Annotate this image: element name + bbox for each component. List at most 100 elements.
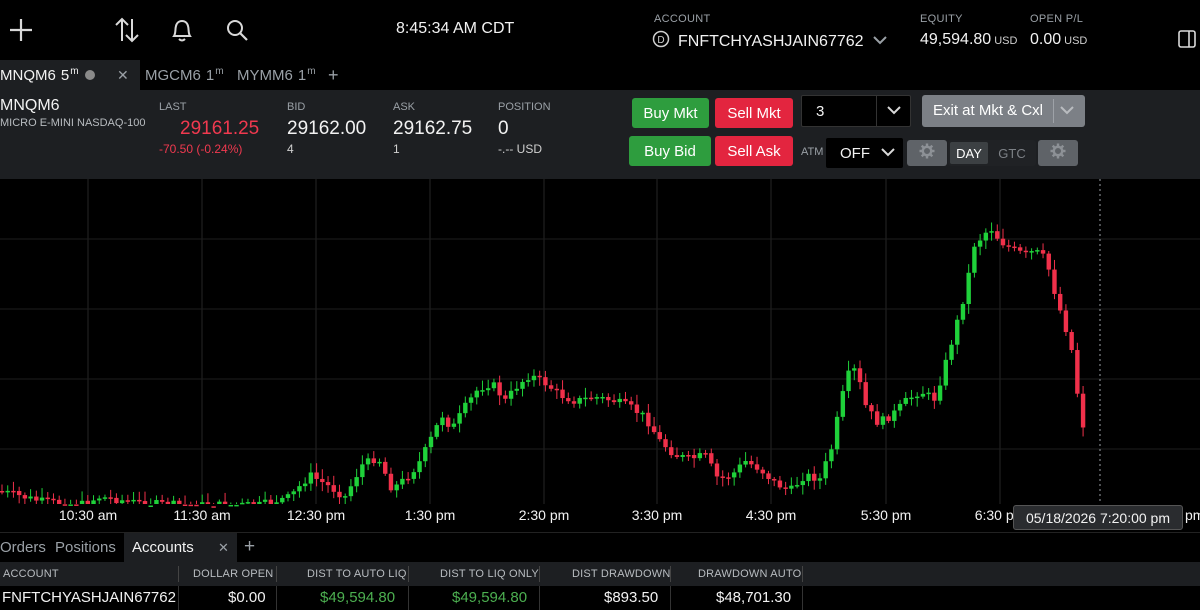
buy-bid-button[interactable]: Buy Bid xyxy=(629,136,711,166)
account-badge-icon: D xyxy=(652,30,670,53)
instrument-description: MICRO E-MINI NASDAQ-100 xyxy=(0,117,146,129)
sell-market-button[interactable]: Sell Mkt xyxy=(715,98,793,128)
tab-orders[interactable]: Orders xyxy=(0,539,46,556)
quantity-selector[interactable]: 3 xyxy=(801,95,911,127)
close-icon[interactable]: ✕ xyxy=(117,67,129,84)
candle-body xyxy=(154,500,159,504)
candle-body xyxy=(606,396,611,401)
candle-body xyxy=(1080,393,1086,428)
account-selector[interactable]: D FNFTCHYASHJAIN67762 xyxy=(652,30,888,53)
add-tab-icon[interactable]: + xyxy=(244,536,255,558)
candle-body xyxy=(1075,350,1080,394)
tif-gtc-button[interactable]: GTC xyxy=(992,142,1032,164)
candle-body xyxy=(268,499,274,504)
candle-body xyxy=(588,397,594,400)
candle-body xyxy=(834,416,840,450)
chevron-down-icon[interactable] xyxy=(1059,103,1075,122)
table-row[interactable]: FNFTCHYASHJAIN67762 $0.00 $49,594.80 $49… xyxy=(0,586,1200,610)
candle-body xyxy=(360,464,365,478)
tif-day-button[interactable]: DAY xyxy=(950,142,988,164)
price-chart[interactable]: 10:30 am 11:30 am 12:30 pm 1:30 pm 2:30 pm 3:… xyxy=(0,179,1200,532)
candle-body xyxy=(754,464,760,470)
candle-body xyxy=(245,502,251,504)
time-tick-label: 11:30 am xyxy=(173,507,230,523)
sidebar-toggle-icon[interactable] xyxy=(1178,30,1196,53)
chart-tab-mymm6[interactable]: MYMM6 1m xyxy=(237,60,316,90)
order-settings-button[interactable] xyxy=(1038,140,1078,166)
chart-tab-mnqm6[interactable]: MNQM6 5m ✕ xyxy=(0,60,140,90)
candle-body xyxy=(400,478,405,485)
candle-body xyxy=(217,501,222,504)
candle-body xyxy=(983,232,989,241)
quantity-value: 3 xyxy=(816,103,825,120)
candle-body xyxy=(137,499,142,502)
candlestick-chart[interactable]: 10:30 am 11:30 am 12:30 pm 1:30 pm 2:30 pm 3:… xyxy=(0,179,1200,532)
candle-body xyxy=(680,455,685,457)
candle-body xyxy=(892,410,897,421)
candle-body xyxy=(840,391,846,417)
candle-body xyxy=(28,496,33,499)
close-icon[interactable]: ✕ xyxy=(218,540,229,556)
candle-body xyxy=(903,397,908,404)
candle-body xyxy=(800,481,805,486)
candle-body xyxy=(34,496,39,501)
candle-body xyxy=(371,458,376,464)
atm-value: OFF xyxy=(840,145,870,162)
transfer-arrows-icon[interactable] xyxy=(111,14,143,46)
status-dot-icon xyxy=(84,70,95,80)
candle-body xyxy=(142,501,148,504)
candle-body xyxy=(497,382,502,396)
cell-dollar-open: $0.00 xyxy=(228,589,266,606)
candle-body xyxy=(686,455,691,457)
top-toolbar: 8:45:34 AM CDT ACCOUNT D FNFTCHYASHJAIN6… xyxy=(0,0,1200,60)
column-header-dist-to-liq-only[interactable]: DIST TO LIQ ONLY xyxy=(440,568,539,580)
column-divider xyxy=(178,586,179,610)
candle-body xyxy=(697,453,703,459)
candle-body xyxy=(320,478,325,483)
sell-ask-button[interactable]: Sell Ask xyxy=(715,136,793,166)
add-tab-icon[interactable]: + xyxy=(328,60,339,90)
equity-amount: 49,594.80 xyxy=(920,31,992,48)
candle-body xyxy=(812,473,817,481)
candle-body xyxy=(989,231,994,233)
candle-body xyxy=(280,497,285,503)
atm-settings-button[interactable] xyxy=(907,140,947,166)
candle-body xyxy=(423,447,428,462)
candle-body xyxy=(291,491,296,495)
tab-accounts[interactable]: Accounts xyxy=(132,539,194,556)
chevron-down-icon[interactable] xyxy=(886,103,902,122)
cell-dist-to-liq-only: $49,594.80 xyxy=(452,589,528,606)
chart-tab-mgcm6[interactable]: MGCM6 1m xyxy=(145,60,224,90)
candle-body xyxy=(829,449,834,462)
column-header-dollar-open[interactable]: DOLLAR OPEN xyxy=(193,568,273,580)
column-header-drawdown-auto[interactable]: DRAWDOWN AUTO xyxy=(698,568,801,580)
time-tick-label: 3:30 pm xyxy=(632,507,683,523)
candle-body xyxy=(634,404,640,413)
chart-tab-interval: 1 xyxy=(205,66,215,84)
exit-at-market-button[interactable]: Exit at Mkt & Cxl xyxy=(922,95,1085,127)
column-header-account[interactable]: ACCOUNT xyxy=(3,568,59,580)
atm-strategy-selector[interactable]: OFF xyxy=(826,138,903,168)
candle-body xyxy=(640,412,645,415)
candle-body xyxy=(257,501,262,504)
column-header-dist-drawdown[interactable]: DIST DRAWDOWN xyxy=(572,568,671,580)
gear-icon xyxy=(1050,143,1066,164)
bell-icon[interactable] xyxy=(166,14,198,46)
search-icon[interactable] xyxy=(221,14,253,46)
candle-body xyxy=(480,390,485,392)
plus-icon[interactable] xyxy=(5,14,37,46)
tab-positions[interactable]: Positions xyxy=(55,539,116,556)
candle-body xyxy=(16,490,22,496)
bottom-tab-bar: Orders Positions Accounts ✕ + xyxy=(0,532,1200,563)
candle-body xyxy=(314,472,319,479)
last-change: -70.50 (-0.24%) xyxy=(159,142,243,156)
candle-body xyxy=(886,416,891,421)
time-tick-label: 12:30 pm xyxy=(287,507,345,523)
candle-body xyxy=(949,344,954,360)
candle-body xyxy=(731,472,737,478)
candle-body xyxy=(57,499,62,504)
candle-body xyxy=(897,403,903,411)
column-header-dist-to-auto-liq[interactable]: DIST TO AUTO LIQ xyxy=(307,568,407,580)
candle-body xyxy=(171,500,176,504)
buy-market-button[interactable]: Buy Mkt xyxy=(632,98,709,128)
